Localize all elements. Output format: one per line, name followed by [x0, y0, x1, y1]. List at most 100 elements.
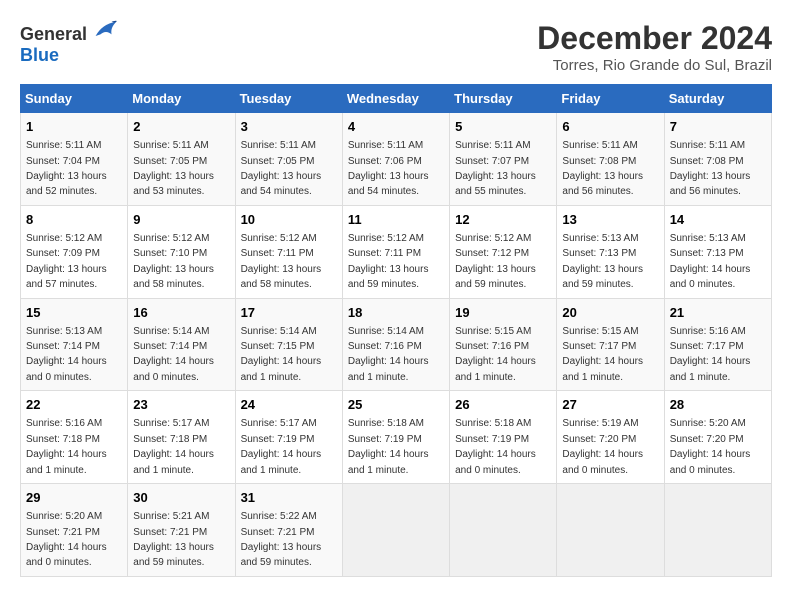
header-wednesday: Wednesday [342, 85, 449, 113]
calendar-cell: 27 Sunrise: 5:19 AMSunset: 7:20 PMDaylig… [557, 391, 664, 484]
calendar-cell: 5 Sunrise: 5:11 AMSunset: 7:07 PMDayligh… [450, 113, 557, 206]
day-info: Sunrise: 5:11 AMSunset: 7:08 PMDaylight:… [670, 140, 751, 197]
day-number: 4 [348, 118, 444, 136]
calendar-cell: 6 Sunrise: 5:11 AMSunset: 7:08 PMDayligh… [557, 113, 664, 206]
week-row-4: 22 Sunrise: 5:16 AMSunset: 7:18 PMDaylig… [21, 391, 772, 484]
calendar-cell [342, 484, 449, 577]
day-info: Sunrise: 5:19 AMSunset: 7:20 PMDaylight:… [562, 418, 643, 475]
day-info: Sunrise: 5:12 AMSunset: 7:12 PMDaylight:… [455, 233, 536, 290]
day-number: 21 [670, 304, 766, 322]
day-number: 9 [133, 211, 229, 229]
day-number: 25 [348, 396, 444, 414]
day-number: 24 [241, 396, 337, 414]
calendar-cell: 20 Sunrise: 5:15 AMSunset: 7:17 PMDaylig… [557, 298, 664, 391]
header-thursday: Thursday [450, 85, 557, 113]
calendar-cell: 11 Sunrise: 5:12 AMSunset: 7:11 PMDaylig… [342, 205, 449, 298]
calendar-cell: 16 Sunrise: 5:14 AMSunset: 7:14 PMDaylig… [128, 298, 235, 391]
day-number: 6 [562, 118, 658, 136]
calendar-cell: 18 Sunrise: 5:14 AMSunset: 7:16 PMDaylig… [342, 298, 449, 391]
calendar-cell: 25 Sunrise: 5:18 AMSunset: 7:19 PMDaylig… [342, 391, 449, 484]
day-number: 10 [241, 211, 337, 229]
day-number: 17 [241, 304, 337, 322]
day-info: Sunrise: 5:14 AMSunset: 7:16 PMDaylight:… [348, 326, 429, 383]
header-tuesday: Tuesday [235, 85, 342, 113]
day-info: Sunrise: 5:16 AMSunset: 7:18 PMDaylight:… [26, 418, 107, 475]
day-number: 19 [455, 304, 551, 322]
week-row-2: 8 Sunrise: 5:12 AMSunset: 7:09 PMDayligh… [21, 205, 772, 298]
calendar-title: December 2024 [537, 20, 772, 57]
day-number: 3 [241, 118, 337, 136]
calendar-cell: 28 Sunrise: 5:20 AMSunset: 7:20 PMDaylig… [664, 391, 771, 484]
calendar-cell: 15 Sunrise: 5:13 AMSunset: 7:14 PMDaylig… [21, 298, 128, 391]
calendar-cell [557, 484, 664, 577]
day-info: Sunrise: 5:11 AMSunset: 7:05 PMDaylight:… [241, 140, 322, 197]
calendar-cell: 1 Sunrise: 5:11 AMSunset: 7:04 PMDayligh… [21, 113, 128, 206]
day-number: 15 [26, 304, 122, 322]
day-info: Sunrise: 5:13 AMSunset: 7:13 PMDaylight:… [670, 233, 751, 290]
calendar-subtitle: Torres, Rio Grande do Sul, Brazil [537, 57, 772, 74]
calendar-cell: 21 Sunrise: 5:16 AMSunset: 7:17 PMDaylig… [664, 298, 771, 391]
day-info: Sunrise: 5:14 AMSunset: 7:15 PMDaylight:… [241, 326, 322, 383]
day-number: 14 [670, 211, 766, 229]
day-number: 27 [562, 396, 658, 414]
calendar-cell: 17 Sunrise: 5:14 AMSunset: 7:15 PMDaylig… [235, 298, 342, 391]
day-info: Sunrise: 5:15 AMSunset: 7:17 PMDaylight:… [562, 326, 643, 383]
week-row-3: 15 Sunrise: 5:13 AMSunset: 7:14 PMDaylig… [21, 298, 772, 391]
calendar-cell: 22 Sunrise: 5:16 AMSunset: 7:18 PMDaylig… [21, 391, 128, 484]
calendar-cell: 4 Sunrise: 5:11 AMSunset: 7:06 PMDayligh… [342, 113, 449, 206]
calendar-cell: 2 Sunrise: 5:11 AMSunset: 7:05 PMDayligh… [128, 113, 235, 206]
day-number: 7 [670, 118, 766, 136]
logo-general: General [20, 24, 87, 44]
day-info: Sunrise: 5:15 AMSunset: 7:16 PMDaylight:… [455, 326, 536, 383]
calendar-cell: 30 Sunrise: 5:21 AMSunset: 7:21 PMDaylig… [128, 484, 235, 577]
day-info: Sunrise: 5:18 AMSunset: 7:19 PMDaylight:… [348, 418, 429, 475]
calendar-cell: 3 Sunrise: 5:11 AMSunset: 7:05 PMDayligh… [235, 113, 342, 206]
calendar-cell: 9 Sunrise: 5:12 AMSunset: 7:10 PMDayligh… [128, 205, 235, 298]
calendar-cell: 12 Sunrise: 5:12 AMSunset: 7:12 PMDaylig… [450, 205, 557, 298]
day-number: 11 [348, 211, 444, 229]
header-saturday: Saturday [664, 85, 771, 113]
day-number: 13 [562, 211, 658, 229]
header-sunday: Sunday [21, 85, 128, 113]
day-number: 8 [26, 211, 122, 229]
calendar-cell: 13 Sunrise: 5:13 AMSunset: 7:13 PMDaylig… [557, 205, 664, 298]
day-number: 22 [26, 396, 122, 414]
day-number: 18 [348, 304, 444, 322]
day-info: Sunrise: 5:16 AMSunset: 7:17 PMDaylight:… [670, 326, 751, 383]
day-info: Sunrise: 5:21 AMSunset: 7:21 PMDaylight:… [133, 511, 214, 568]
day-number: 16 [133, 304, 229, 322]
calendar-cell: 24 Sunrise: 5:17 AMSunset: 7:19 PMDaylig… [235, 391, 342, 484]
header-friday: Friday [557, 85, 664, 113]
day-info: Sunrise: 5:12 AMSunset: 7:10 PMDaylight:… [133, 233, 214, 290]
day-number: 12 [455, 211, 551, 229]
day-info: Sunrise: 5:20 AMSunset: 7:21 PMDaylight:… [26, 511, 107, 568]
header-monday: Monday [128, 85, 235, 113]
day-info: Sunrise: 5:13 AMSunset: 7:14 PMDaylight:… [26, 326, 107, 383]
calendar-cell: 31 Sunrise: 5:22 AMSunset: 7:21 PMDaylig… [235, 484, 342, 577]
day-info: Sunrise: 5:12 AMSunset: 7:11 PMDaylight:… [348, 233, 429, 290]
day-number: 20 [562, 304, 658, 322]
day-number: 29 [26, 489, 122, 507]
logo: General Blue [20, 20, 118, 66]
day-info: Sunrise: 5:17 AMSunset: 7:18 PMDaylight:… [133, 418, 214, 475]
day-info: Sunrise: 5:14 AMSunset: 7:14 PMDaylight:… [133, 326, 214, 383]
day-info: Sunrise: 5:11 AMSunset: 7:08 PMDaylight:… [562, 140, 643, 197]
calendar-cell: 14 Sunrise: 5:13 AMSunset: 7:13 PMDaylig… [664, 205, 771, 298]
calendar-cell: 23 Sunrise: 5:17 AMSunset: 7:18 PMDaylig… [128, 391, 235, 484]
day-info: Sunrise: 5:11 AMSunset: 7:05 PMDaylight:… [133, 140, 214, 197]
day-info: Sunrise: 5:11 AMSunset: 7:06 PMDaylight:… [348, 140, 429, 197]
calendar-cell: 10 Sunrise: 5:12 AMSunset: 7:11 PMDaylig… [235, 205, 342, 298]
day-number: 2 [133, 118, 229, 136]
day-info: Sunrise: 5:18 AMSunset: 7:19 PMDaylight:… [455, 418, 536, 475]
day-info: Sunrise: 5:17 AMSunset: 7:19 PMDaylight:… [241, 418, 322, 475]
day-info: Sunrise: 5:12 AMSunset: 7:09 PMDaylight:… [26, 233, 107, 290]
calendar-cell [450, 484, 557, 577]
day-info: Sunrise: 5:11 AMSunset: 7:04 PMDaylight:… [26, 140, 107, 197]
day-number: 23 [133, 396, 229, 414]
logo-bird-icon [94, 20, 118, 40]
day-number: 26 [455, 396, 551, 414]
week-row-1: 1 Sunrise: 5:11 AMSunset: 7:04 PMDayligh… [21, 113, 772, 206]
calendar-cell: 8 Sunrise: 5:12 AMSunset: 7:09 PMDayligh… [21, 205, 128, 298]
week-row-5: 29 Sunrise: 5:20 AMSunset: 7:21 PMDaylig… [21, 484, 772, 577]
day-info: Sunrise: 5:22 AMSunset: 7:21 PMDaylight:… [241, 511, 322, 568]
